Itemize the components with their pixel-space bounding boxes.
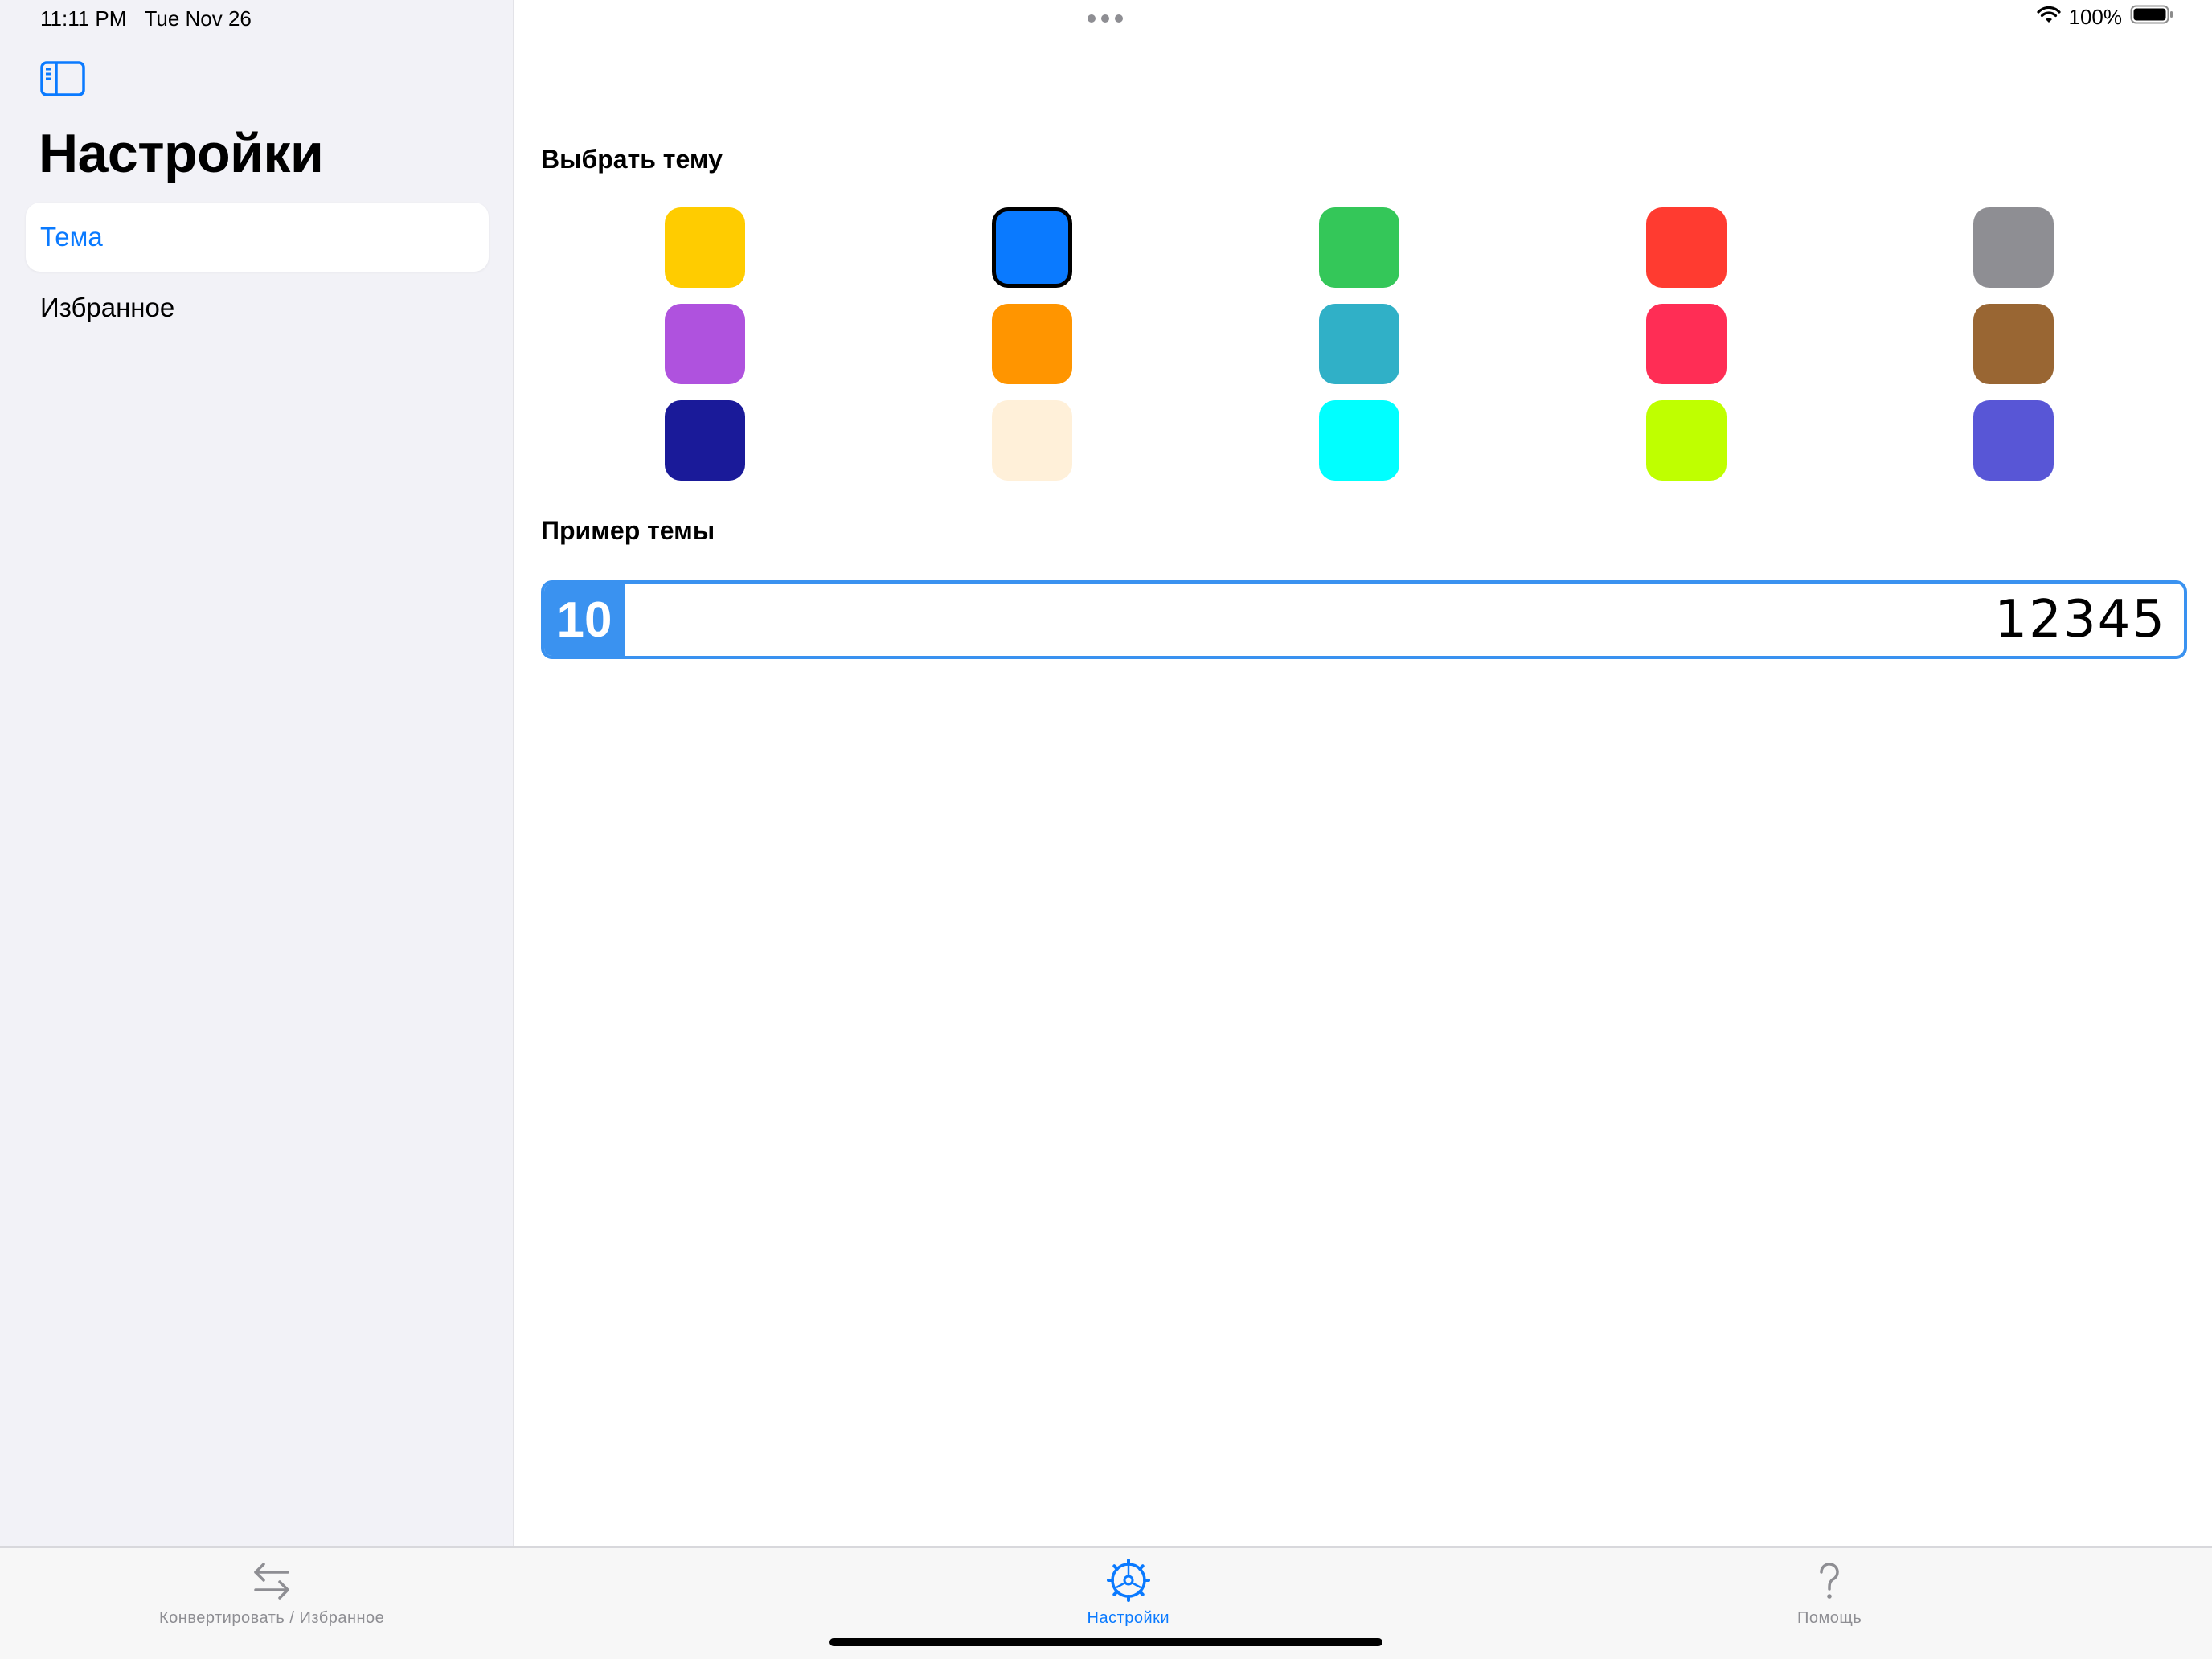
swatch-cell (1195, 207, 1522, 288)
theme-color-swatch[interactable] (664, 400, 745, 481)
page-title: Настройки (39, 123, 324, 184)
theme-color-swatch[interactable] (991, 400, 1072, 481)
theme-color-swatch[interactable] (1972, 400, 2054, 481)
theme-color-swatch[interactable] (1645, 304, 1727, 384)
swatch-cell (1522, 304, 1849, 384)
theme-color-swatch[interactable] (1645, 400, 1727, 481)
swatch-cell (1195, 304, 1522, 384)
swatch-cell (541, 400, 868, 481)
screen: 11:11 PM Tue Nov 26 Настройки Тема Избра… (0, 0, 2212, 1659)
swatch-cell (1849, 400, 2177, 481)
choose-theme-title: Выбрать тему (541, 145, 723, 174)
home-indicator[interactable] (830, 1638, 1382, 1646)
sidebar-item-theme[interactable]: Тема (26, 203, 489, 272)
theme-color-swatch[interactable] (1318, 207, 1399, 288)
example-value: 12345 (1994, 590, 2166, 649)
swatch-cell (1849, 304, 2177, 384)
wifi-icon (2036, 5, 2061, 30)
status-date: Tue Nov 26 (144, 6, 252, 31)
swatch-cell (868, 304, 1195, 384)
theme-example-field: 10 12345 (541, 580, 2187, 659)
theme-color-swatch[interactable] (1972, 304, 2054, 384)
tab-help[interactable]: Помощь (1797, 1556, 1862, 1628)
swatch-cell (1522, 207, 1849, 288)
example-base-badge: 10 (544, 584, 625, 656)
theme-color-swatch[interactable] (1972, 207, 2054, 288)
multitasking-dots-icon[interactable] (1088, 14, 1123, 23)
swatch-cell (541, 207, 868, 288)
swatch-cell (1522, 400, 1849, 481)
swatch-cell (1849, 207, 2177, 288)
battery-percent: 100% (2068, 5, 2123, 29)
swatch-cell (868, 400, 1195, 481)
arrows-swap-icon (248, 1556, 296, 1604)
gear-icon (1104, 1556, 1153, 1604)
sidebar-toggle-icon[interactable] (40, 61, 85, 96)
status-bar-left: 11:11 PM Tue Nov 26 (40, 6, 252, 31)
theme-color-swatch[interactable] (991, 304, 1072, 384)
tab-convert-favorites[interactable]: Конвертировать / Избранное (159, 1556, 384, 1628)
sidebar-item-favorites[interactable]: Избранное (26, 273, 489, 342)
question-mark-icon (1805, 1556, 1854, 1604)
sidebar-item-label: Тема (40, 222, 103, 252)
tab-label: Конвертировать / Избранное (159, 1609, 385, 1627)
theme-swatch-grid (541, 207, 2177, 481)
sidebar: 11:11 PM Tue Nov 26 Настройки Тема Избра… (0, 0, 514, 1546)
status-bar-right: 100% (2036, 5, 2174, 30)
theme-color-swatch[interactable] (664, 304, 745, 384)
status-time: 11:11 PM (40, 6, 127, 31)
swatch-cell (1195, 400, 1522, 481)
swatch-cell (541, 304, 868, 384)
theme-color-swatch[interactable] (1318, 400, 1399, 481)
theme-color-swatch[interactable] (1318, 304, 1399, 384)
theme-color-swatch[interactable] (664, 207, 745, 288)
swatch-cell (868, 207, 1195, 288)
theme-color-swatch[interactable] (991, 207, 1072, 288)
tab-label: Помощь (1797, 1609, 1862, 1627)
tab-label: Настройки (1087, 1609, 1170, 1627)
theme-color-swatch[interactable] (1645, 207, 1727, 288)
sidebar-item-label: Избранное (40, 293, 175, 322)
tab-settings[interactable]: Настройки (1088, 1556, 1170, 1628)
battery-icon (2130, 5, 2173, 30)
example-theme-title: Пример темы (541, 516, 715, 545)
